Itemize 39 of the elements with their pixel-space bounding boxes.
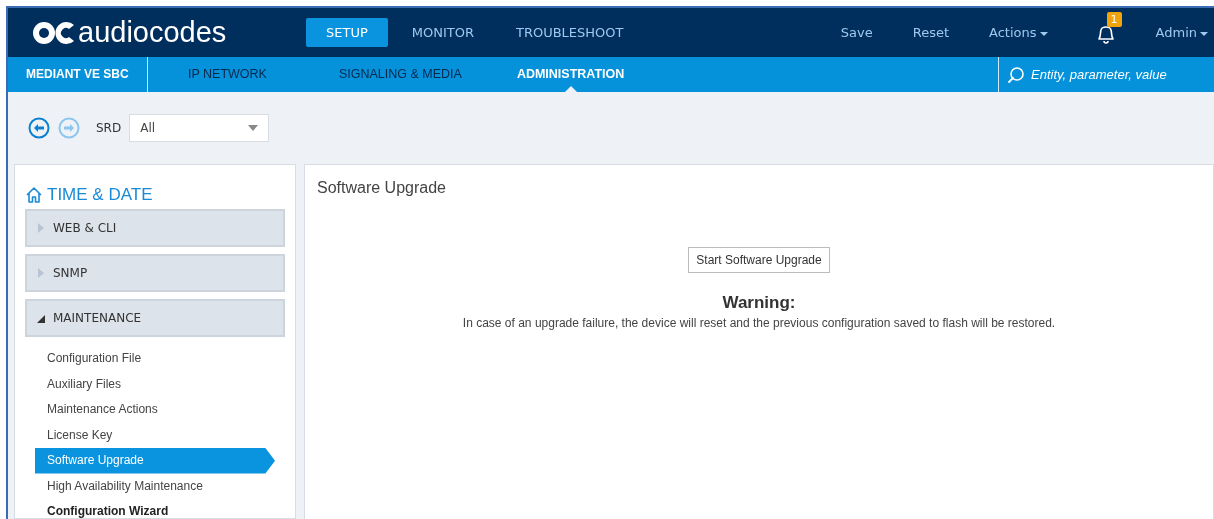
search-icon — [1007, 65, 1025, 84]
warning-text: In case of an upgrade failure, the device will reset and the previous configuration saved to flash will be restored. — [462, 316, 1056, 330]
triangle-right-icon — [37, 223, 45, 233]
sidebar-group[interactable]: WEB & CLI — [25, 209, 285, 247]
sidebar-group[interactable]: MAINTENANCE — [25, 299, 285, 337]
notification-badge: 1 — [1106, 11, 1122, 27]
dropdown-arrow-icon — [248, 125, 259, 131]
start-upgrade-button[interactable]: Start Software Upgrade — [688, 247, 830, 273]
caret-icon — [1200, 31, 1208, 36]
sidebar-item[interactable]: Maintenance Actions — [35, 397, 275, 423]
page-title: Software Upgrade — [316, 178, 447, 198]
header-link[interactable]: Reset — [912, 25, 950, 40]
arrow-right-icon — [58, 117, 80, 139]
srd-dropdown[interactable]: All — [129, 114, 270, 142]
arrow-left-icon — [28, 117, 50, 139]
brand-name: audiocodes — [78, 16, 227, 49]
triangle-right-icon — [37, 268, 45, 278]
user-menu[interactable]: Admin — [1155, 25, 1208, 40]
section-tab[interactable]: IP NETWORK — [148, 57, 295, 92]
header-link[interactable]: Save — [840, 25, 873, 40]
sidebar-group[interactable]: SNMP — [25, 254, 285, 292]
srd-label: SRD — [96, 121, 122, 135]
product-label: MEDIANT VE SBC — [8, 57, 148, 92]
search-field[interactable]: Entity, parameter, value — [1031, 67, 1211, 82]
sidebar-item[interactable]: Configuration Wizard — [35, 499, 275, 519]
sidebar-title: TIME & DATE — [47, 185, 153, 205]
warning-title: Warning: — [722, 293, 796, 313]
nav-tab[interactable]: MONITOR — [393, 18, 492, 47]
triangle-down-icon — [37, 313, 45, 323]
sidebar-item[interactable]: Configuration File — [35, 346, 275, 372]
actions-menu[interactable]: Actions — [989, 25, 1048, 40]
section-tab[interactable]: SIGNALING & MEDIA — [294, 57, 490, 92]
nav-tab[interactable]: TROUBLESHOOT — [498, 18, 642, 47]
sidebar-item[interactable]: High Availability Maintenance — [35, 473, 275, 499]
sidebar-item[interactable]: License Key — [35, 422, 275, 448]
back-button[interactable] — [28, 117, 50, 139]
home-icon — [25, 186, 43, 204]
caret-icon — [1039, 31, 1048, 36]
sidebar-item[interactable]: Auxiliary Files — [35, 371, 275, 397]
